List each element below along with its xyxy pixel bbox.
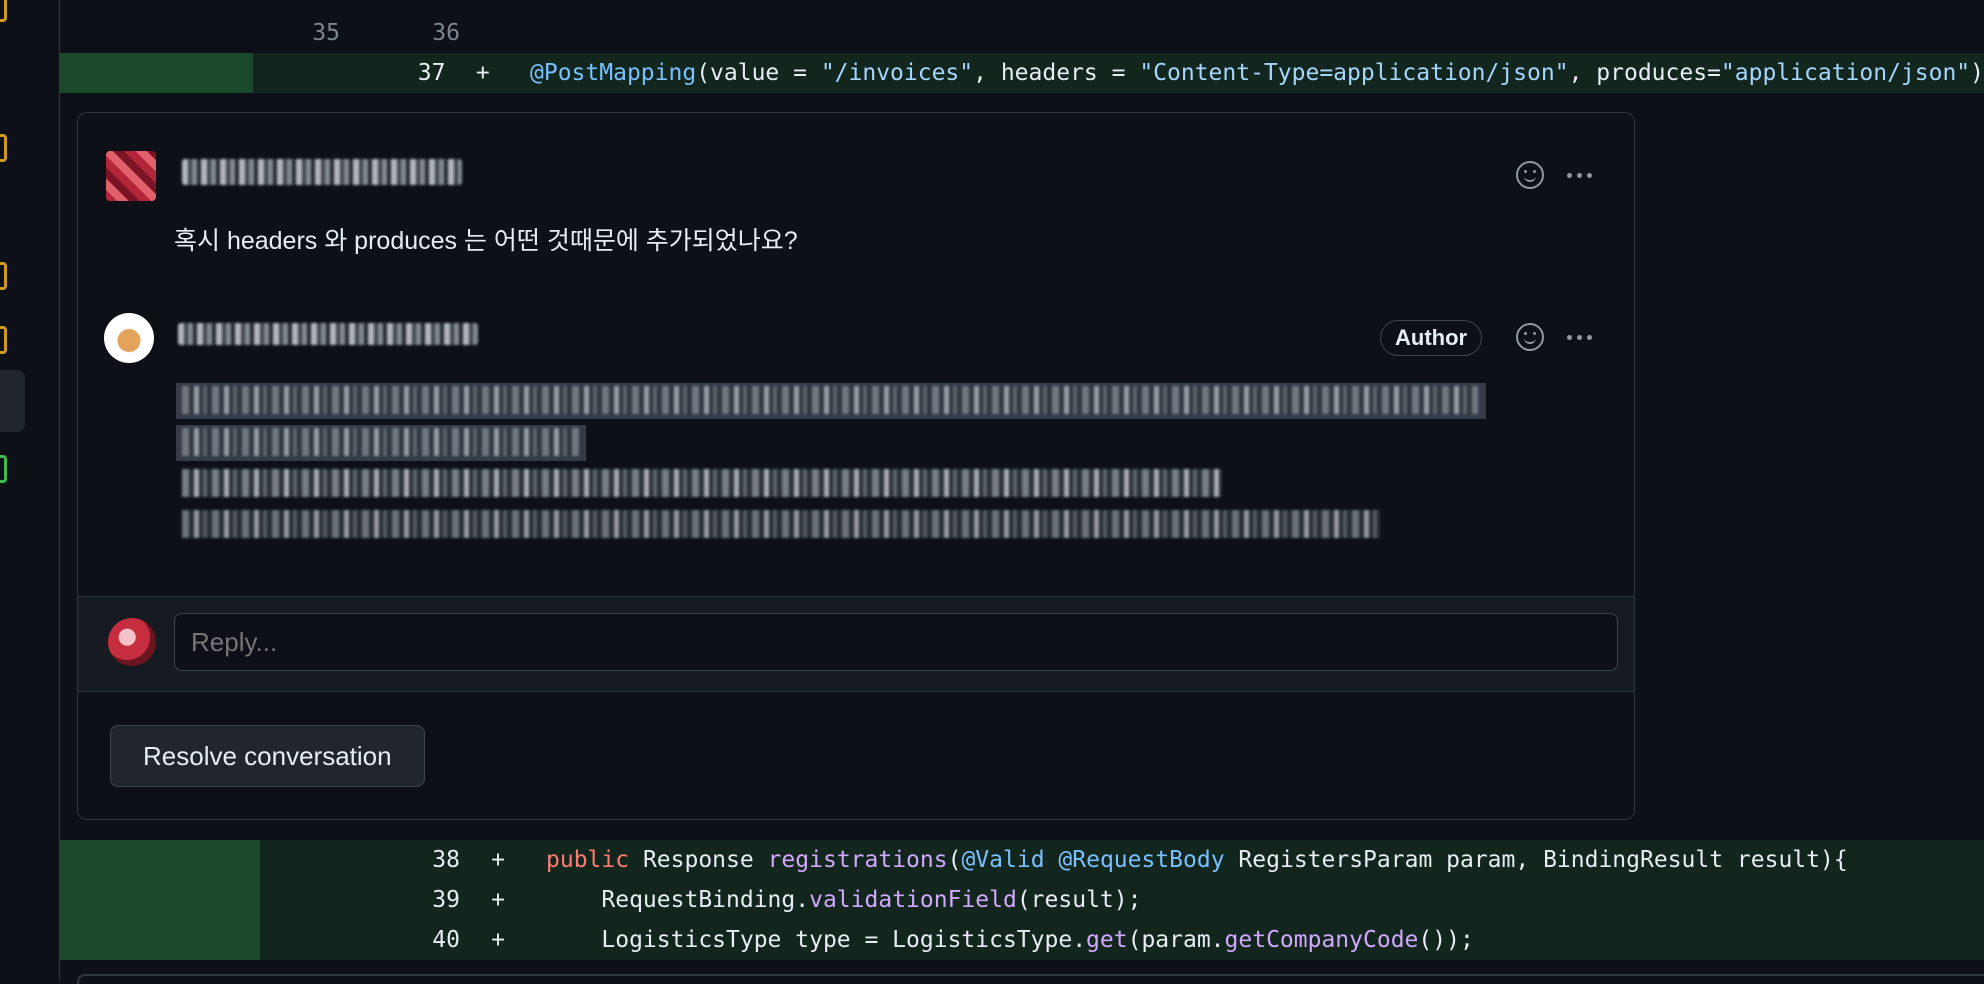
redacted-comment-line <box>182 510 1380 538</box>
smiley-icon <box>1516 323 1544 351</box>
comment-author-redacted <box>182 159 462 185</box>
redacted-comment-line <box>182 469 1222 497</box>
code-token: "/invoices" <box>820 60 974 86</box>
kebab-menu-icon <box>1566 172 1592 178</box>
file-change-marker[interactable] <box>0 134 7 162</box>
code-token: @PostMapping <box>530 60 697 86</box>
left-gutter <box>0 0 60 982</box>
code-line: RequestBinding.validationField(result); <box>546 887 1141 913</box>
redacted-comment-line <box>182 386 1478 414</box>
reply-input[interactable] <box>174 613 1618 671</box>
code-token: get <box>1086 927 1128 953</box>
diff-row-added: 38 + public Response registrations(@Vali… <box>60 840 1984 880</box>
diff-row-context: 35 36 <box>60 13 1984 53</box>
code-token: ( <box>947 847 962 873</box>
review-thread: 혹시 headers 와 produces 는 어떤 것때문에 추가되었나요? … <box>77 112 1635 820</box>
current-user-avatar[interactable] <box>108 618 156 666</box>
code-token: validationField <box>809 887 1017 913</box>
new-line-number[interactable]: 37 <box>330 60 446 86</box>
new-line-number[interactable]: 40 <box>340 927 460 953</box>
code-token: public <box>546 847 630 873</box>
code-token: "application/json" <box>1720 60 1971 86</box>
file-change-marker[interactable] <box>0 262 7 290</box>
diff-sign: + <box>491 847 505 873</box>
next-thread-edge <box>77 974 1984 984</box>
code-token: (result); <box>1016 887 1142 913</box>
smiley-icon <box>1516 161 1544 189</box>
comment-menu-button[interactable] <box>1562 320 1596 354</box>
avatar[interactable] <box>104 313 154 363</box>
code-token: "Content-Type=application/json" <box>1139 60 1569 86</box>
comment-author-redacted <box>178 323 478 345</box>
add-reaction-button[interactable] <box>1513 320 1547 354</box>
code-token: @Valid <box>961 847 1045 873</box>
resolve-conversation-button[interactable]: Resolve conversation <box>110 725 425 787</box>
redacted-comment-line <box>182 428 582 456</box>
new-line-number[interactable]: 39 <box>340 887 460 913</box>
code-token: RequestBinding. <box>546 887 810 913</box>
code-line: @PostMapping(value = "/invoices", header… <box>530 60 1984 86</box>
code-token: ) <box>1970 60 1984 86</box>
code-token: (param. <box>1127 927 1225 953</box>
comment-menu-button[interactable] <box>1562 158 1596 192</box>
code-line: LogisticsType type = LogisticsType.get(p… <box>546 927 1474 953</box>
code-line: public Response registrations(@Valid @Re… <box>546 847 1848 873</box>
code-token: registrations <box>767 847 948 873</box>
code-token: (value = <box>696 60 821 86</box>
file-change-marker[interactable] <box>0 0 7 22</box>
author-badge: Author <box>1380 320 1483 356</box>
new-line-number[interactable]: 36 <box>340 20 460 46</box>
diff-sign: + <box>475 60 490 86</box>
code-token: , produces= <box>1568 60 1721 86</box>
code-token: @RequestBody <box>1058 847 1225 873</box>
avatar[interactable] <box>106 151 156 201</box>
diff-sign: + <box>491 927 505 953</box>
file-added-marker[interactable] <box>0 455 7 483</box>
code-token: RegistersParam param, BindingResult resu… <box>1224 847 1848 873</box>
code-token: getCompanyCode <box>1224 927 1419 953</box>
new-line-number[interactable]: 35 <box>340 0 460 5</box>
reply-area <box>78 596 1634 692</box>
add-reaction-button[interactable] <box>1513 158 1547 192</box>
kebab-menu-icon <box>1566 334 1592 340</box>
comment-body: 혹시 headers 와 produces 는 어떤 것때문에 추가되었나요? <box>174 227 798 255</box>
new-line-number[interactable]: 38 <box>340 847 460 873</box>
code-token: ()); <box>1418 927 1474 953</box>
diff-row-added: 39 + RequestBinding.validationField(resu… <box>60 880 1984 920</box>
code-token: LogisticsType type = LogisticsType. <box>546 927 1087 953</box>
code-token: Response <box>629 847 768 873</box>
diff-row-added: 37 + @PostMapping(value = "/invoices", h… <box>60 53 1984 93</box>
old-line-number[interactable]: 34 <box>260 0 340 5</box>
diff-sign: + <box>491 887 505 913</box>
diff-row-added: 40 + LogisticsType type = LogisticsType.… <box>60 920 1984 960</box>
active-file-indicator[interactable] <box>0 370 25 432</box>
diff-row-context: 34 35 <box>60 0 1984 12</box>
code-token: , headers = <box>973 60 1140 86</box>
old-line-number[interactable]: 35 <box>260 20 340 46</box>
file-change-marker[interactable] <box>0 326 7 354</box>
